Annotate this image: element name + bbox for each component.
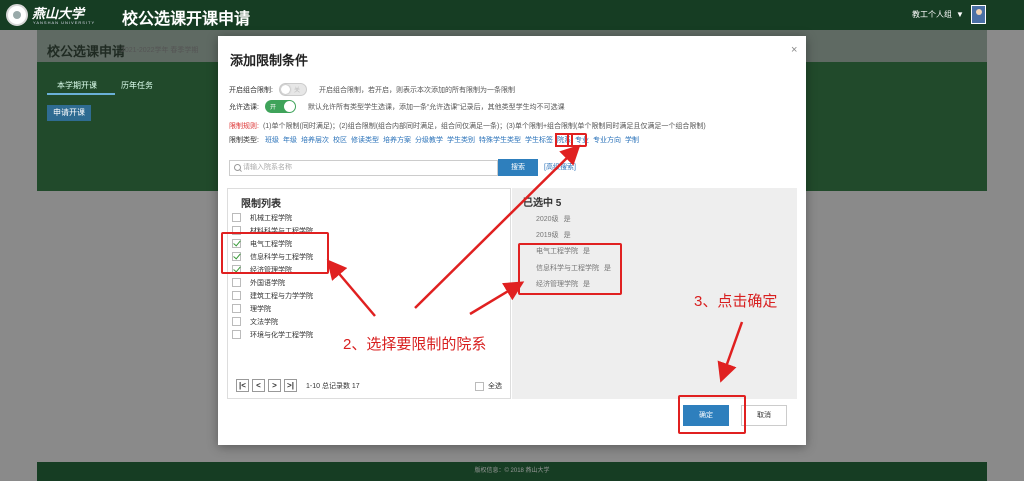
- page-subtitle: 2021-2022学年 春季学期: [121, 47, 199, 54]
- chevron-down-icon: ▼: [956, 10, 964, 19]
- selected-item-value: 是: [563, 232, 571, 239]
- selected-item-name: 2020级: [536, 216, 559, 223]
- allow-toggle-label: 开: [269, 105, 276, 111]
- checkbox[interactable]: [232, 304, 241, 313]
- select-all-label: 全选: [488, 383, 502, 390]
- type-link[interactable]: 培养层次: [301, 135, 329, 145]
- type-label: 限制类型:: [229, 137, 259, 144]
- type-link[interactable]: 专业方向: [593, 135, 621, 145]
- type-link[interactable]: 分级教学: [415, 135, 443, 145]
- step2-annotation: 2、选择要限制的院系: [343, 336, 487, 353]
- type-link[interactable]: 培养方案: [383, 135, 411, 145]
- active-tab-indicator: [47, 93, 115, 95]
- list-item[interactable]: 外国语学院: [232, 276, 313, 289]
- footer: 版权信息：© 2018 燕山大学: [37, 462, 987, 481]
- top-bar: 燕山大学 YANSHAN UNIVERSITY 校公选课开课申请 教工个人组 ▼: [0, 0, 1024, 30]
- checkbox[interactable]: [232, 291, 241, 300]
- rule-label: 限制规则:: [229, 123, 259, 130]
- checkbox[interactable]: [232, 278, 241, 287]
- list-item-label: 建筑工程与力学学院: [250, 292, 313, 300]
- allow-label: 允许选课:: [229, 103, 259, 111]
- rule-row: 限制规则: (1)单个限制(同时满足)；(2)组合限制(组合内部同时满足，组合间…: [229, 121, 706, 131]
- list-item-label: 文法学院: [250, 318, 278, 326]
- allow-row: 允许选课: 开 默认允许所有类型学生选课，添加一条“允许选课”记录后，其他类型学…: [229, 100, 565, 113]
- list-title: 限制列表: [241, 199, 281, 210]
- selected-item: 2020级是: [536, 214, 571, 224]
- checkbox[interactable]: [232, 317, 241, 326]
- combo-note: 开启组合限制，若开启，则表示本次添加的所有限制为一条限制: [318, 86, 515, 94]
- prev-page-button[interactable]: <: [252, 379, 265, 392]
- list-item[interactable]: 机械工程学院: [232, 211, 313, 224]
- page-title: 校公选课申请: [47, 44, 126, 59]
- select-all-checkbox[interactable]: [475, 381, 484, 391]
- combo-toggle[interactable]: 关: [278, 83, 307, 96]
- tab-current-term[interactable]: 本学期开课: [57, 80, 97, 91]
- highlight-ok-box: [678, 395, 746, 434]
- list-item-label: 理学院: [250, 305, 271, 313]
- allow-toggle[interactable]: 开: [264, 100, 296, 113]
- user-menu[interactable]: 教工个人组 ▼: [912, 9, 964, 20]
- list-item[interactable]: 理学院: [232, 302, 313, 315]
- restriction-list-panel: 限制列表 机械工程学院 材料科学与工程学院 电气工程学院 信息科学与工程学院 经济管理学…: [227, 188, 511, 399]
- type-link[interactable]: 学生标签: [525, 135, 553, 145]
- selected-item-name: 2019级: [536, 232, 559, 239]
- apply-course-button[interactable]: 申请开课: [47, 105, 91, 121]
- type-link[interactable]: 学生类别: [447, 135, 475, 145]
- first-page-button[interactable]: |<: [236, 379, 249, 392]
- combo-row: 开启组合限制: 关 开启组合限制，若开启，则表示本次添加的所有限制为一条限制: [229, 83, 515, 96]
- type-link[interactable]: 校区: [333, 135, 347, 145]
- checkbox[interactable]: [232, 330, 241, 339]
- type-link[interactable]: 学制: [625, 135, 639, 145]
- advanced-search-link[interactable]: [高级搜索]: [544, 162, 576, 172]
- highlight-checked-box: [221, 232, 329, 274]
- last-page-button[interactable]: >|: [284, 379, 297, 392]
- list-item-label: 环境与化学工程学院: [250, 331, 313, 339]
- type-link[interactable]: 特殊学生类型: [479, 135, 521, 145]
- page-info: 1-10 总记录数 17: [306, 382, 360, 390]
- type-link[interactable]: 班级: [265, 135, 279, 145]
- list-item[interactable]: 建筑工程与力学学院: [232, 289, 313, 302]
- checkbox[interactable]: [232, 213, 241, 222]
- highlight-type-box: [567, 133, 587, 147]
- app-title: 校公选课开课申请: [122, 11, 251, 28]
- list-item-label: 外国语学院: [250, 279, 285, 287]
- combo-label: 开启组合限制:: [229, 86, 273, 94]
- allow-note: 默认允许所有类型学生选课，添加一条“允许选课”记录后，其他类型学生均不可选课: [307, 103, 565, 111]
- selected-item-value: 是: [563, 216, 571, 223]
- combo-toggle-label: 关: [293, 88, 300, 94]
- avatar[interactable]: [971, 5, 986, 24]
- highlight-selected-box: [518, 243, 622, 295]
- selected-item: 2019级是: [536, 230, 571, 240]
- close-icon[interactable]: ×: [791, 44, 797, 56]
- select-all[interactable]: 全选: [475, 381, 502, 391]
- tab-history[interactable]: 历年任务: [121, 80, 153, 91]
- search-input[interactable]: 请输入院系名称: [229, 160, 498, 176]
- user-role: 教工个人组: [912, 10, 952, 19]
- type-link[interactable]: 年级: [283, 135, 297, 145]
- pagination: |< < > >| 1-10 总记录数 17: [236, 379, 360, 392]
- rule-text: (1)单个限制(同时满足)；(2)组合限制(组合内部同时满足，组合间仅满足一条)…: [262, 123, 706, 130]
- step3-annotation: 3、点击确定: [694, 293, 778, 310]
- cancel-button[interactable]: 取消: [741, 405, 787, 426]
- selected-title: 已选中 5: [523, 198, 562, 209]
- list-item-label: 机械工程学院: [250, 214, 292, 222]
- search-button[interactable]: 搜索: [498, 159, 538, 176]
- list-item[interactable]: 文法学院: [232, 315, 313, 328]
- dialog-title: 添加限制条件: [230, 53, 309, 68]
- type-link[interactable]: 修读类型: [351, 135, 379, 145]
- list-item[interactable]: 环境与化学工程学院: [232, 328, 313, 341]
- next-page-button[interactable]: >: [268, 379, 281, 392]
- university-logo-icon: [6, 4, 28, 26]
- restriction-list: 机械工程学院 材料科学与工程学院 电气工程学院 信息科学与工程学院 经济管理学院 外国语学…: [232, 211, 313, 341]
- university-name-en: YANSHAN UNIVERSITY: [33, 20, 96, 25]
